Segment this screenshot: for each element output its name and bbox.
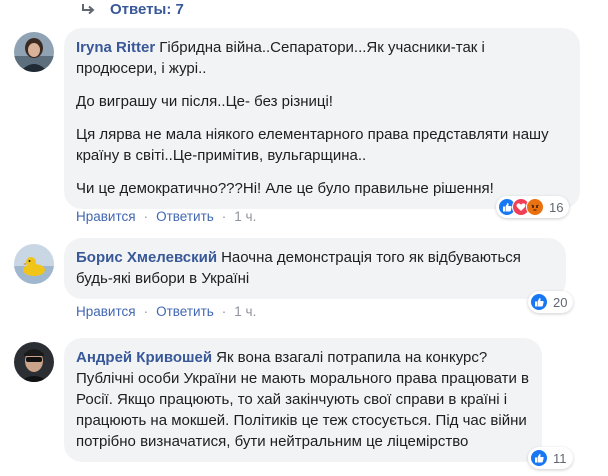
replies-count-label: Ответы: 7 <box>110 0 184 18</box>
reply-button[interactable]: Ответить <box>156 304 214 319</box>
like-button[interactable]: Нравится <box>76 304 136 319</box>
reply-button[interactable]: Ответить <box>156 209 214 224</box>
separator-dot: · <box>221 209 227 224</box>
like-icon <box>530 293 548 311</box>
angry-icon <box>526 198 544 216</box>
avatar[interactable] <box>14 342 54 382</box>
comment-bubble: Iryna Ritter Гібридна війна..Сепаратори..… <box>64 28 580 209</box>
separator-dot: · <box>221 304 227 319</box>
avatar[interactable] <box>14 32 54 72</box>
comment-text: До виграшу чи після..Це- без різниці! <box>76 93 333 110</box>
comment-timestamp[interactable]: 1 ч. <box>234 304 256 319</box>
comment-author[interactable]: Iryna Ritter <box>76 39 155 56</box>
reaction-count: 20 <box>553 294 568 310</box>
separator-dot: · <box>143 304 149 319</box>
comment-timestamp[interactable]: 1 ч. <box>234 209 256 224</box>
reaction-summary[interactable]: 20 <box>528 291 574 313</box>
reply-arrow-icon <box>82 4 95 15</box>
like-icon <box>530 449 548 467</box>
comment-text: Чи це демократично???Ні! Але це було пра… <box>76 180 494 197</box>
reaction-summary[interactable]: 11 <box>528 447 573 469</box>
comment-text: Ця лярва не мала ніякого елементарного п… <box>76 126 549 164</box>
reaction-count: 16 <box>549 199 564 215</box>
comment-bubble: Андрей Кривошей Як вона взагалі потрапила… <box>64 338 542 462</box>
reaction-summary[interactable]: 16 <box>496 196 570 218</box>
avatar[interactable] <box>14 244 54 284</box>
comment-actions: Нравится · Ответить · 1 ч. <box>76 209 256 224</box>
comment-bubble: Борис Хмелевский Наочна демонстрація того… <box>64 238 566 299</box>
view-replies-link[interactable]: Ответы: 7 <box>80 0 184 18</box>
comment-author[interactable]: Андрей Кривошей <box>76 349 212 366</box>
reaction-count: 11 <box>553 450 567 466</box>
comment-author[interactable]: Борис Хмелевский <box>76 249 217 266</box>
separator-dot: · <box>143 209 149 224</box>
comment-actions: Нравится · Ответить · 1 ч. <box>76 304 256 319</box>
like-button[interactable]: Нравится <box>76 209 136 224</box>
